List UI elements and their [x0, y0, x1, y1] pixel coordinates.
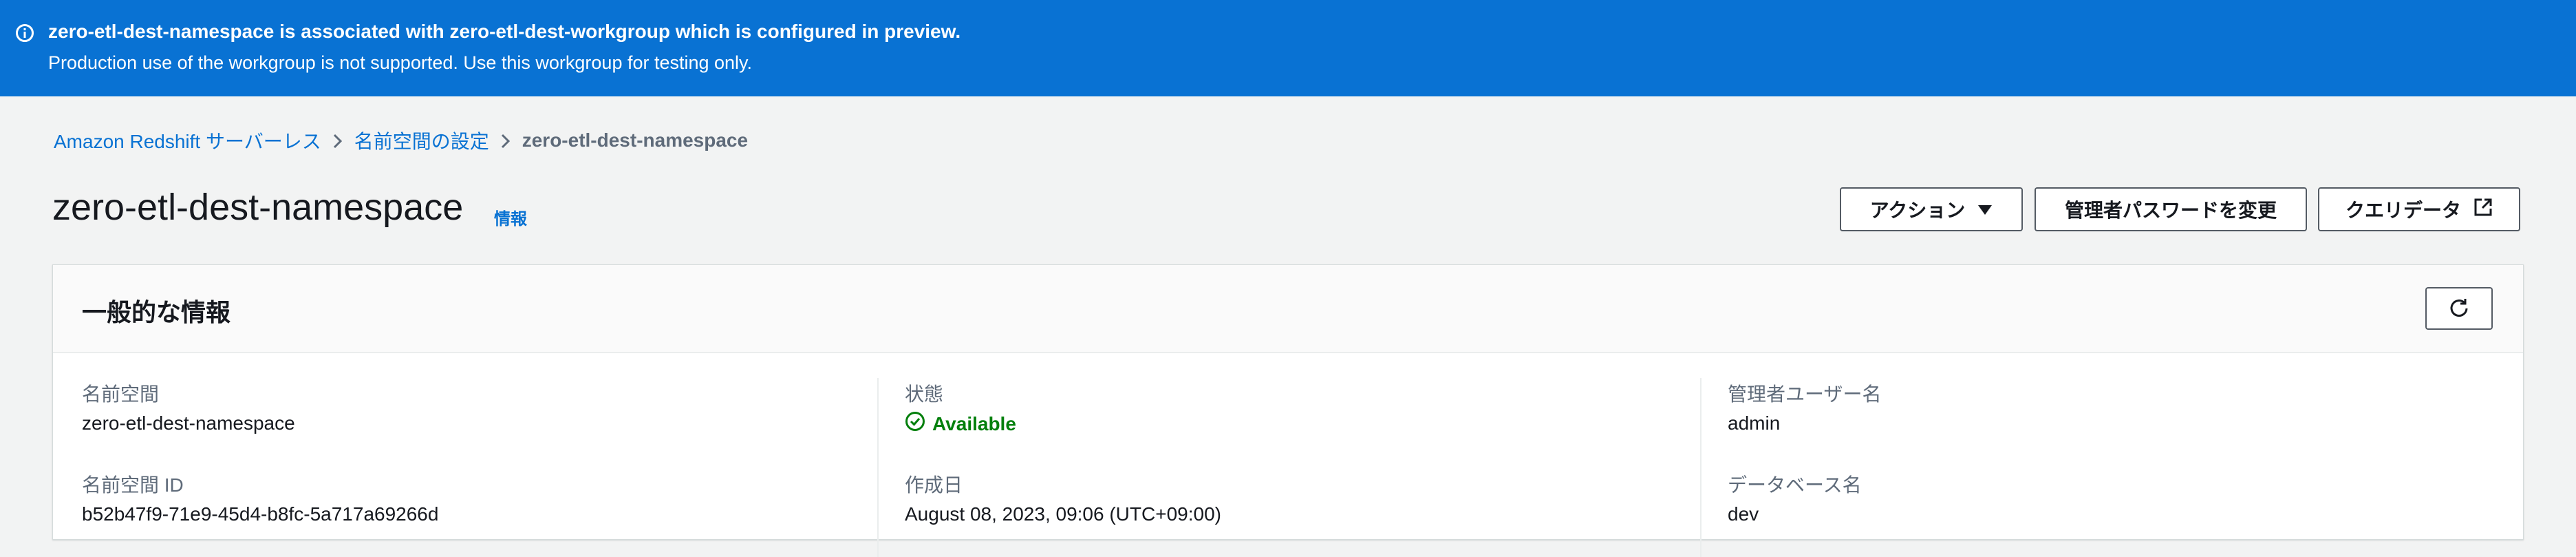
- breadcrumb-link-redshift-serverless[interactable]: Amazon Redshift サーバーレス: [54, 127, 321, 154]
- namespace-value: zero-etl-dest-namespace: [82, 412, 295, 434]
- database-value: dev: [1728, 503, 1759, 525]
- namespace-label: 名前空間: [82, 383, 160, 405]
- status-label: 状態: [905, 383, 944, 405]
- refresh-button[interactable]: [2425, 287, 2493, 330]
- breadcrumb-current: zero-etl-dest-namespace: [522, 129, 749, 151]
- page-title: zero-etl-dest-namespace: [52, 187, 464, 228]
- status-indicator: Available: [905, 411, 1016, 437]
- breadcrumb-link-namespace-config[interactable]: 名前空間の設定: [354, 127, 489, 154]
- refresh-icon: [2448, 297, 2470, 321]
- actions-dropdown-button[interactable]: アクション: [1840, 187, 2023, 231]
- admin-user-value: admin: [1728, 412, 1781, 434]
- namespace-id-label: 名前空間 ID: [82, 474, 184, 496]
- info-link[interactable]: 情報: [494, 205, 527, 229]
- general-info-panel: 一般的な情報 名前空間 zero-etl-dest-namespace 名前空間…: [52, 264, 2524, 557]
- preview-info-banner: zero-etl-dest-namespace is associated wi…: [0, 0, 2576, 96]
- external-link-icon: [2473, 198, 2493, 222]
- chevron-right-icon: [489, 130, 522, 151]
- status-success-icon: [905, 411, 925, 437]
- breadcrumb: Amazon Redshift サーバーレス 名前空間の設定 zero-etl-…: [54, 127, 748, 154]
- query-editor-button[interactable]: クエリデータ: [2318, 187, 2520, 231]
- info-icon: [15, 23, 34, 43]
- banner-title: zero-etl-dest-namespace is associated wi…: [48, 21, 961, 42]
- column-divider: [877, 378, 879, 557]
- column-divider: [1700, 378, 1702, 557]
- query-editor-label: クエリデータ: [2345, 200, 2461, 221]
- namespace-id-value: b52b47f9-71e9-45d4-b8fc-5a717a69266d: [82, 503, 439, 525]
- panel-title: 一般的な情報: [82, 298, 231, 326]
- database-label: データベース名: [1728, 474, 1862, 496]
- change-password-label: 管理者パスワードを変更: [2064, 200, 2277, 221]
- caret-down-icon: [1977, 198, 1993, 220]
- created-label: 作成日: [905, 474, 963, 496]
- actions-button-label: アクション: [1869, 200, 1966, 221]
- chevron-right-icon: [321, 130, 354, 151]
- admin-user-label: 管理者ユーザー名: [1728, 383, 1882, 405]
- status-value: Available: [932, 412, 1016, 434]
- panel-header: 一般的な情報: [53, 265, 2523, 353]
- change-admin-password-button[interactable]: 管理者パスワードを変更: [2035, 187, 2307, 231]
- created-value: August 08, 2023, 09:06 (UTC+09:00): [905, 503, 1221, 525]
- banner-body: Production use of the workgroup is not s…: [48, 52, 753, 73]
